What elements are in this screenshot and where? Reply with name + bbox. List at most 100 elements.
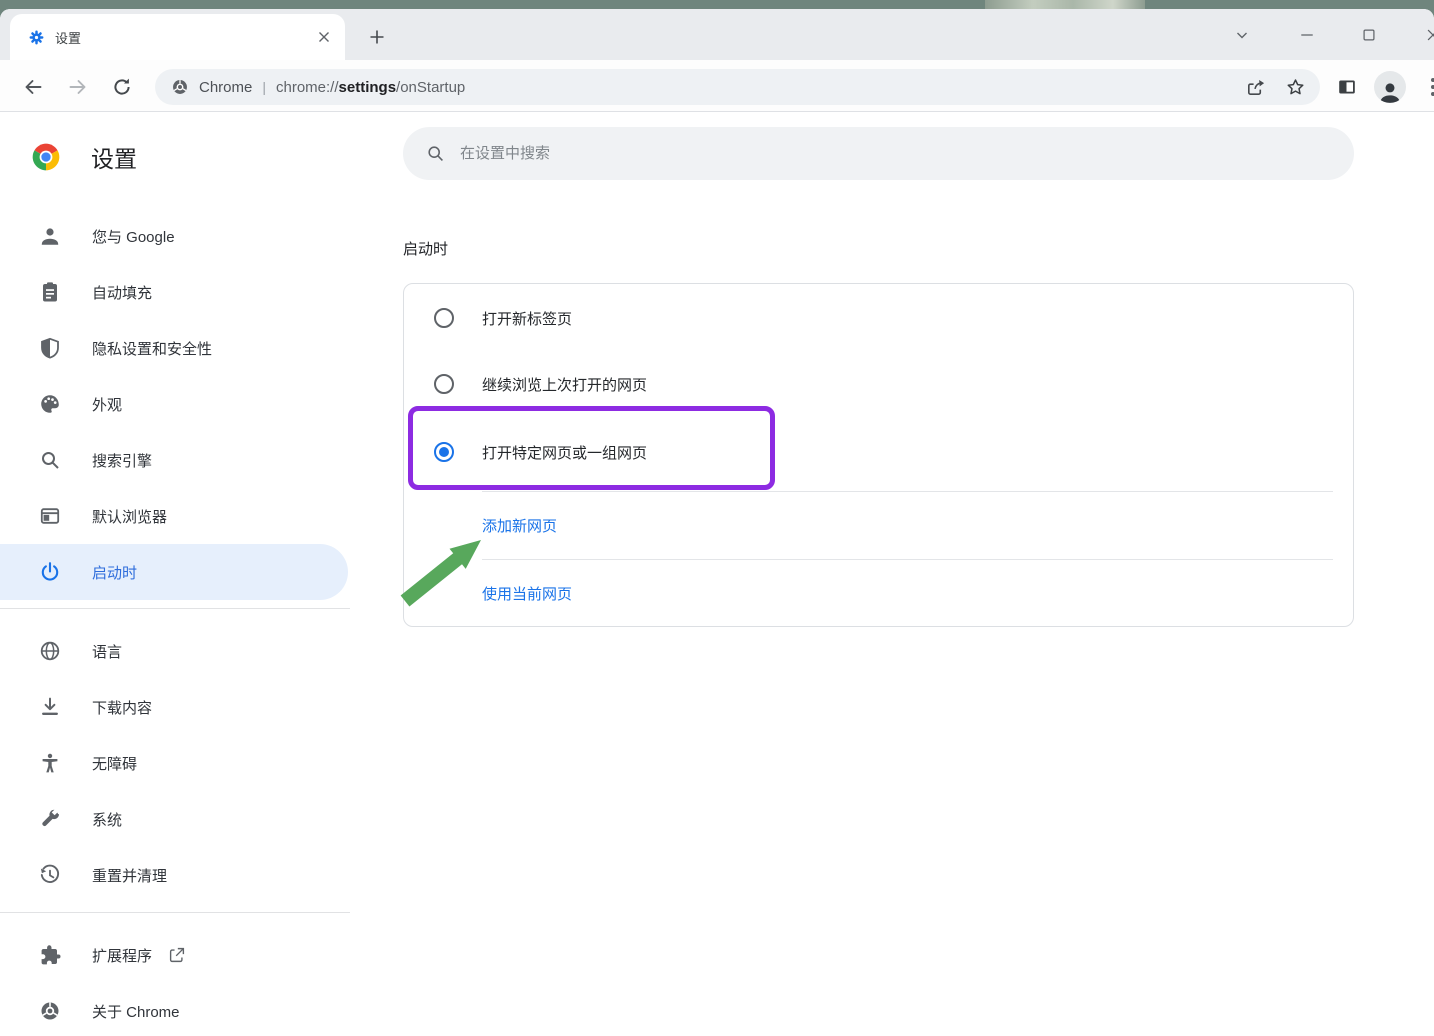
url-path: /onStartup bbox=[396, 78, 466, 96]
radio-unselected-icon[interactable] bbox=[434, 374, 454, 394]
external-link-icon bbox=[169, 947, 185, 963]
sidebar-item-system[interactable]: 系统 bbox=[0, 791, 350, 847]
url-separator: | bbox=[262, 79, 266, 95]
sidebar-item-appearance[interactable]: 外观 bbox=[0, 376, 350, 432]
side-panel-icon bbox=[1339, 80, 1355, 94]
sidebar-item-accessibility[interactable]: 无障碍 bbox=[0, 735, 350, 791]
add-new-page-label: 添加新网页 bbox=[482, 517, 558, 535]
sidebar-item-label: 语言 bbox=[92, 643, 123, 661]
accessibility-icon bbox=[42, 753, 58, 773]
bookmark-button[interactable] bbox=[1282, 74, 1308, 100]
sidebar-item-label: 外观 bbox=[92, 396, 123, 414]
puzzle-icon bbox=[41, 945, 61, 965]
option-label: 继续浏览上次打开的网页 bbox=[482, 376, 648, 394]
search-icon bbox=[42, 452, 59, 469]
browser-window-icon bbox=[40, 508, 60, 524]
forward-icon bbox=[69, 80, 86, 94]
sidebar-item-languages[interactable]: 语言 bbox=[0, 623, 350, 679]
reload-button[interactable] bbox=[109, 74, 135, 100]
tab-search-chevron-icon bbox=[1237, 32, 1247, 39]
option-label: 打开新标签页 bbox=[482, 310, 573, 328]
profile-avatar[interactable] bbox=[1374, 71, 1406, 103]
close-icon bbox=[1427, 29, 1434, 41]
use-current-pages-button[interactable]: 使用当前网页 bbox=[404, 559, 1353, 627]
address-bar[interactable]: Chrome | chrome://settings/onStartup bbox=[155, 69, 1320, 105]
add-new-page-button[interactable]: 添加新网页 bbox=[404, 491, 1353, 559]
shield-icon bbox=[41, 337, 59, 359]
browser-window: 设置 Chrome | chrome://settings/onStartup … bbox=[0, 9, 1434, 1036]
power-icon bbox=[41, 562, 59, 581]
sidebar-item-label: 关于 Chrome bbox=[92, 1003, 180, 1021]
url-text: chrome://settings/onStartup bbox=[276, 79, 465, 96]
share-icon bbox=[1247, 79, 1264, 95]
sidebar-item-downloads[interactable]: 下载内容 bbox=[0, 679, 350, 735]
tab-settings[interactable]: 设置 bbox=[10, 14, 345, 60]
sidebar-item-reset-cleanup[interactable]: 重置并清理 bbox=[0, 847, 350, 903]
new-tab-button[interactable] bbox=[363, 23, 391, 51]
sidebar-item-you-and-google[interactable]: 您与 Google bbox=[0, 208, 350, 264]
tab-strip: 设置 bbox=[0, 9, 1434, 60]
back-button[interactable] bbox=[20, 74, 46, 100]
sidebar-item-autofill[interactable]: 自动填充 bbox=[0, 264, 350, 320]
sidebar-item-label: 您与 Google bbox=[92, 228, 175, 246]
maximize-button[interactable] bbox=[1356, 22, 1382, 48]
chrome-logo-icon bbox=[41, 1002, 59, 1020]
sidebar-item-label: 隐私设置和安全性 bbox=[92, 340, 213, 358]
search-icon bbox=[428, 146, 443, 161]
sidebar-item-label: 扩展程序 bbox=[92, 947, 153, 965]
gear-icon bbox=[29, 30, 44, 44]
sidebar-item-on-startup[interactable]: 启动时 bbox=[0, 544, 348, 600]
maximize-icon bbox=[1363, 29, 1375, 41]
tab-search-button[interactable] bbox=[1229, 22, 1255, 48]
bookmark-star-icon bbox=[1286, 78, 1304, 94]
sidebar-item-label: 重置并清理 bbox=[92, 867, 168, 885]
back-icon bbox=[25, 80, 42, 94]
sidebar-item-label: 自动填充 bbox=[92, 284, 153, 302]
page-title: 设置 bbox=[91, 146, 137, 172]
settings-search[interactable] bbox=[403, 127, 1354, 180]
side-panel-button[interactable] bbox=[1334, 74, 1360, 100]
toolbar: Chrome | chrome://settings/onStartup bbox=[0, 60, 1434, 112]
sidebar-item-label: 无障碍 bbox=[92, 755, 138, 773]
plus-icon bbox=[370, 30, 384, 44]
desktop-wallpaper-fragment bbox=[985, 0, 1145, 9]
palette-icon bbox=[41, 395, 59, 413]
autofill-icon bbox=[43, 282, 57, 302]
option-open-new-tab[interactable]: 打开新标签页 bbox=[404, 285, 1353, 351]
tab-title: 设置 bbox=[55, 30, 82, 46]
url-scheme: chrome:// bbox=[276, 78, 339, 96]
chrome-glyph-icon bbox=[173, 80, 187, 94]
close-window-button[interactable] bbox=[1420, 22, 1434, 48]
forward-button[interactable] bbox=[65, 74, 91, 100]
sidebar-item-extensions[interactable]: 扩展程序 bbox=[0, 927, 350, 983]
sidebar-item-label: 默认浏览器 bbox=[92, 508, 168, 526]
reload-icon bbox=[114, 78, 130, 95]
annotation-highlight-box bbox=[408, 406, 775, 490]
radio-unselected-icon[interactable] bbox=[434, 308, 454, 328]
site-label: Chrome bbox=[199, 78, 253, 96]
person-icon bbox=[1379, 83, 1401, 103]
sidebar-item-search-engine[interactable]: 搜索引擎 bbox=[0, 432, 350, 488]
screen: 设置 Chrome | chrome://settings/onStartup … bbox=[0, 0, 1434, 1036]
section-title: 启动时 bbox=[403, 241, 449, 258]
sidebar-item-label: 启动时 bbox=[92, 564, 138, 582]
sidebar-divider bbox=[0, 912, 350, 913]
overflow-menu-button[interactable] bbox=[1427, 74, 1434, 100]
globe-icon bbox=[40, 641, 60, 661]
use-current-pages-label: 使用当前网页 bbox=[482, 585, 573, 603]
sidebar-item-default-browser[interactable]: 默认浏览器 bbox=[0, 488, 350, 544]
sidebar-item-label: 下载内容 bbox=[92, 699, 153, 717]
close-icon bbox=[319, 32, 329, 42]
sidebar-divider bbox=[0, 608, 350, 609]
minimize-icon bbox=[1301, 34, 1313, 36]
share-button[interactable] bbox=[1242, 74, 1268, 100]
minimize-button[interactable] bbox=[1294, 22, 1320, 48]
sidebar-item-privacy-security[interactable]: 隐私设置和安全性 bbox=[0, 320, 350, 376]
settings-search-input[interactable] bbox=[460, 145, 1160, 162]
sidebar-item-about-chrome[interactable]: 关于 Chrome bbox=[0, 983, 350, 1036]
settings-header: 设置 bbox=[30, 140, 137, 174]
sidebar-item-label: 系统 bbox=[92, 811, 123, 829]
history-icon bbox=[40, 864, 60, 883]
tab-close-button[interactable] bbox=[313, 26, 335, 48]
download-icon bbox=[42, 697, 58, 715]
